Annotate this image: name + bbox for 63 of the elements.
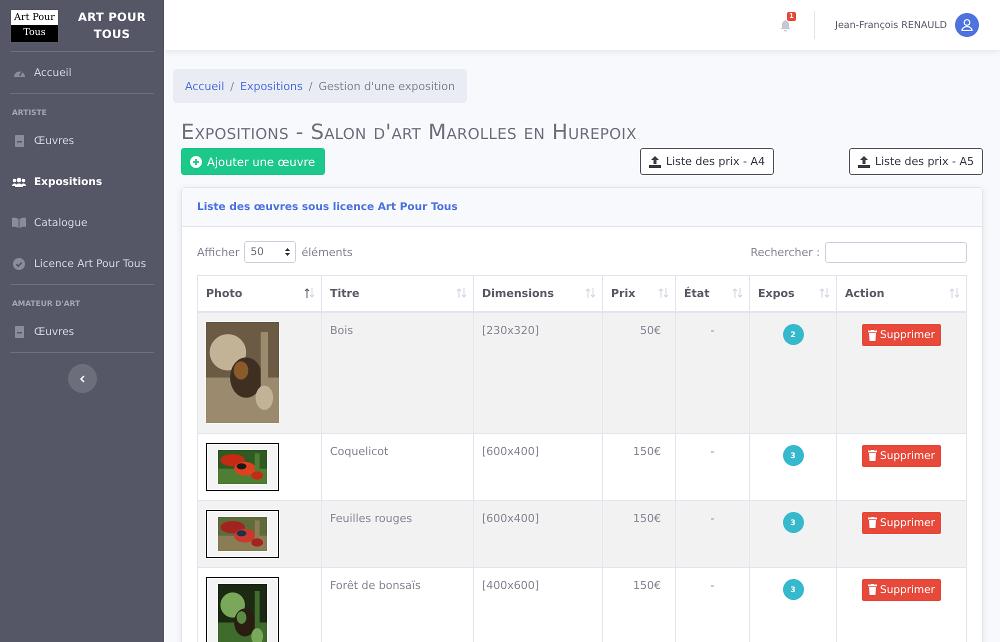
nav-item[interactable]: Œuvres	[10, 120, 154, 161]
table-cell: -	[676, 312, 750, 433]
table-cell: Bois	[322, 312, 474, 433]
upload-icon	[858, 156, 870, 168]
card-title: Liste des œuvres sous licence Art Pour Tous	[182, 188, 982, 227]
page-size-select[interactable]: 50	[244, 241, 296, 263]
breadcrumb-link[interactable]: Expositions	[240, 80, 303, 92]
sort-icon	[456, 288, 467, 298]
page-title: Expositions - Salon d'art Marolles en Hurepoix	[181, 120, 638, 144]
show-suffix: éléments	[301, 246, 353, 258]
export-button[interactable]: Liste des prix - A4	[640, 148, 774, 175]
table-cell: [230x320]	[474, 312, 602, 433]
delete-button[interactable]: Supprimer	[862, 324, 941, 346]
breadcrumb-link[interactable]: Accueil	[185, 80, 224, 92]
delete-button[interactable]: Supprimer	[862, 512, 941, 534]
search-field[interactable]	[825, 242, 967, 262]
nav-item[interactable]: Accueil	[10, 52, 154, 93]
bell-icon[interactable]	[780, 20, 792, 32]
table-cell: -	[676, 500, 750, 567]
book-icon	[14, 326, 24, 338]
logo: Art Pour Tous	[11, 10, 58, 42]
table-cell: [600x400]	[474, 500, 602, 567]
nav-item[interactable]: Œuvres	[10, 311, 154, 352]
sort-icon	[949, 288, 960, 298]
sort-icon	[732, 288, 743, 298]
chevron-left-icon	[80, 374, 84, 382]
sort-icon	[658, 288, 669, 298]
nav-item[interactable]: Licence Art Pour Tous	[10, 243, 154, 284]
table-cell: -	[676, 433, 750, 500]
trash-icon	[868, 517, 878, 528]
delete-button[interactable]: Supprimer	[862, 578, 941, 600]
plus-circle-icon	[190, 156, 202, 168]
breadcrumb-current: Gestion d'une exposition	[318, 80, 455, 92]
table-cell: Feuilles rouges	[322, 500, 474, 567]
sort-icon	[304, 288, 315, 298]
user-icon	[961, 19, 973, 31]
book-icon	[14, 134, 24, 146]
upload-icon	[648, 156, 661, 168]
trash-icon	[868, 450, 878, 461]
table-cell: Coquelicot	[322, 433, 474, 500]
avatar[interactable]	[955, 13, 979, 37]
trash-icon	[868, 330, 878, 340]
trash-icon	[868, 584, 878, 595]
table-cell: 150€	[602, 500, 676, 567]
breadcrumb-separator: /	[230, 80, 234, 92]
table-cell: 150€	[602, 433, 676, 500]
check-circle-icon	[13, 258, 25, 270]
delete-button[interactable]: Supprimer	[862, 444, 941, 466]
open-book-icon	[12, 217, 26, 228]
breadcrumb-separator: /	[308, 80, 312, 92]
brand-name: ART POUR TOUS	[77, 8, 147, 42]
updown-icon	[285, 248, 290, 256]
search-label: Rechercher :	[750, 246, 820, 258]
nav-item[interactable]: Catalogue	[10, 202, 154, 243]
table-cell: [600x400]	[474, 433, 602, 500]
nav-item[interactable]: Expositions	[10, 161, 154, 202]
show-label: Afficher	[197, 246, 240, 258]
user-name[interactable]: Jean-François RENAULD	[835, 20, 947, 30]
table-cell: 50€	[602, 312, 676, 433]
users-icon	[12, 176, 26, 186]
export-button[interactable]: Liste des prix - A5	[848, 148, 983, 175]
sort-icon	[819, 288, 830, 298]
sort-icon	[585, 288, 596, 298]
